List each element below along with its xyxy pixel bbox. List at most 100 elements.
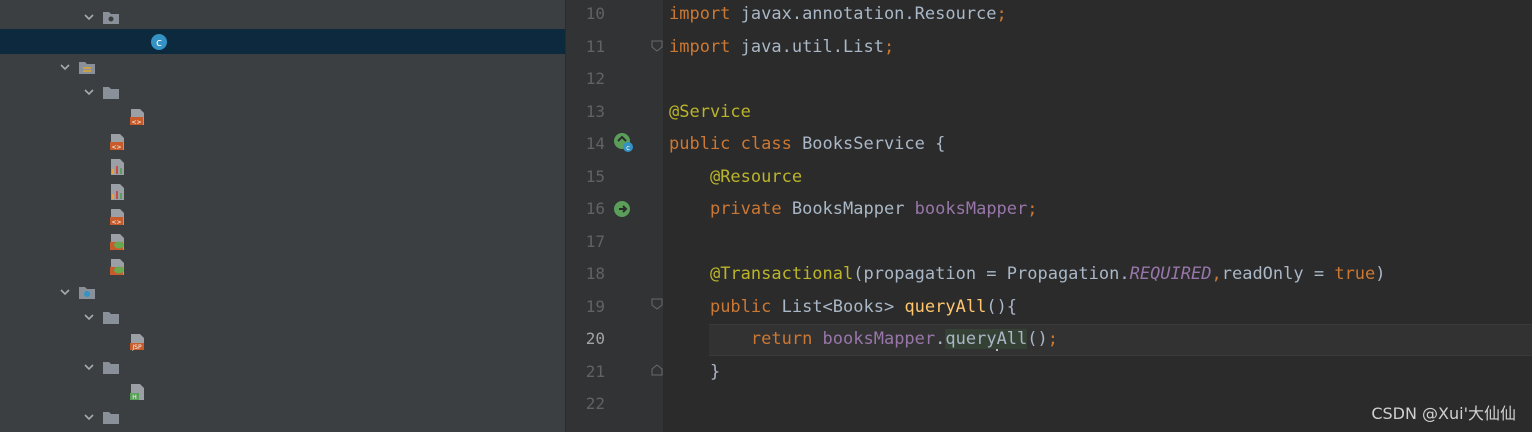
xml-icon: <> (128, 108, 146, 126)
code-line[interactable]: } (669, 356, 720, 388)
code-editor[interactable]: import javax.annotation.Resource; import … (663, 0, 1532, 432)
code-token: import (669, 36, 731, 57)
code-line[interactable]: @Service (669, 96, 751, 128)
code-line[interactable]: private BooksMapper booksMapper; (669, 193, 1038, 225)
tree-item[interactable] (0, 179, 565, 204)
tree-item[interactable]: <> (0, 204, 565, 229)
project-tree[interactable]: c <> <> <> JSP H (0, 0, 565, 432)
tree-item[interactable] (0, 229, 565, 254)
code-token: REQUIRED (1129, 264, 1212, 284)
tree-item[interactable]: <> (0, 129, 565, 154)
tree-item[interactable] (0, 79, 565, 104)
editor-gutter: c 10 11 12 13 14 15 16 17 18 19 20 21 22 (573, 0, 693, 432)
line-number: 11 (585, 36, 605, 56)
folder-icon (102, 308, 120, 326)
fold-marker-icon[interactable] (651, 40, 663, 52)
tree-item[interactable] (0, 54, 565, 79)
package-icon (102, 8, 120, 26)
code-token: queryAll (945, 329, 1028, 349)
tree-item[interactable]: c (0, 29, 565, 54)
code-token: , (1211, 264, 1222, 284)
tree-item[interactable] (0, 279, 565, 304)
code-token: booksMapper (822, 329, 936, 349)
xml-icon: <> (108, 208, 126, 226)
code-token: import (669, 4, 731, 24)
code-line[interactable]: public class BooksService { (669, 128, 945, 160)
code-line[interactable]: import javax.annotation.Resource; (669, 0, 1007, 30)
code-token: queryAll (904, 296, 987, 317)
code-token: () (1027, 329, 1048, 349)
chevron-down-icon[interactable] (82, 360, 96, 374)
code-token: @Service (669, 101, 751, 122)
autowired-navigation-icon[interactable] (613, 198, 635, 220)
chevron-down-icon[interactable] (82, 410, 96, 424)
code-token: @Transactional (709, 264, 854, 284)
code-token: ; (996, 4, 1007, 24)
tree-item[interactable] (0, 404, 565, 429)
tree-item[interactable] (0, 4, 565, 29)
code-token: true (1334, 264, 1376, 284)
line-number: 13 (585, 101, 605, 121)
chevron-down-icon[interactable] (82, 10, 96, 24)
code-token: javax.annotation.Resource (730, 4, 997, 24)
fold-marker-icon[interactable] (651, 298, 663, 310)
tree-item[interactable]: <> (0, 104, 565, 129)
tree-item[interactable]: JSP (0, 329, 565, 354)
chevron-down-icon[interactable] (82, 85, 96, 99)
code-token: @Resource (709, 166, 803, 187)
code-token: ; (883, 36, 895, 57)
code-token: readOnly = (1221, 264, 1335, 284)
chevron-down-icon[interactable] (58, 285, 72, 299)
line-number: 15 (585, 166, 605, 186)
svg-text:JSP: JSP (131, 344, 142, 351)
code-token: } (669, 361, 721, 382)
code-token: private (709, 199, 792, 219)
folder-icon (102, 83, 120, 101)
line-number: 17 (585, 231, 605, 251)
code-line[interactable]: public List<Books> queryAll(){ (669, 291, 1017, 323)
svg-text:H: H (132, 394, 137, 401)
resources-folder-icon (78, 58, 96, 76)
folder-icon (102, 358, 120, 376)
tree-item[interactable] (0, 354, 565, 379)
class-icon: c (150, 33, 168, 51)
code-line[interactable]: @Resource (669, 161, 802, 193)
tree-item[interactable]: H (0, 379, 565, 404)
code-token: return (750, 329, 823, 349)
code-token: List<Books> (781, 296, 905, 317)
tree-item[interactable] (0, 254, 565, 279)
svg-text:c: c (156, 36, 162, 49)
line-number: 18 (585, 264, 605, 283)
code-token: ; (1047, 329, 1059, 349)
code-line[interactable]: return booksMapper.queryAll(); (669, 323, 1058, 355)
chevron-down-icon[interactable] (58, 60, 72, 74)
bean-navigation-icon[interactable]: c (613, 132, 635, 154)
code-line[interactable]: import java.util.List; (669, 31, 894, 63)
xml-icon: <> (108, 133, 126, 151)
line-number: 22 (585, 394, 605, 413)
spring-xml-icon (108, 258, 126, 276)
code-token: ) (1375, 264, 1386, 284)
code-token: . (935, 329, 946, 349)
svg-text:<>: <> (111, 219, 121, 226)
line-number: 21 (585, 361, 605, 381)
properties-icon (108, 183, 126, 201)
code-token: BooksService { (802, 134, 946, 154)
code-line[interactable]: @Transactional(propagation = Propagation… (669, 258, 1386, 290)
tree-item[interactable] (0, 304, 565, 329)
svg-text:<>: <> (131, 119, 141, 126)
tree-item[interactable] (0, 154, 565, 179)
code-token: (){ (986, 296, 1018, 317)
code-token: (propagation = Propagation. (853, 264, 1130, 284)
spring-xml-icon (108, 233, 126, 251)
chevron-down-icon[interactable] (82, 310, 96, 324)
line-number: 12 (585, 69, 605, 88)
line-number: 20 (585, 329, 605, 348)
fold-marker-icon[interactable] (651, 364, 663, 376)
line-number: 14 (585, 134, 605, 153)
